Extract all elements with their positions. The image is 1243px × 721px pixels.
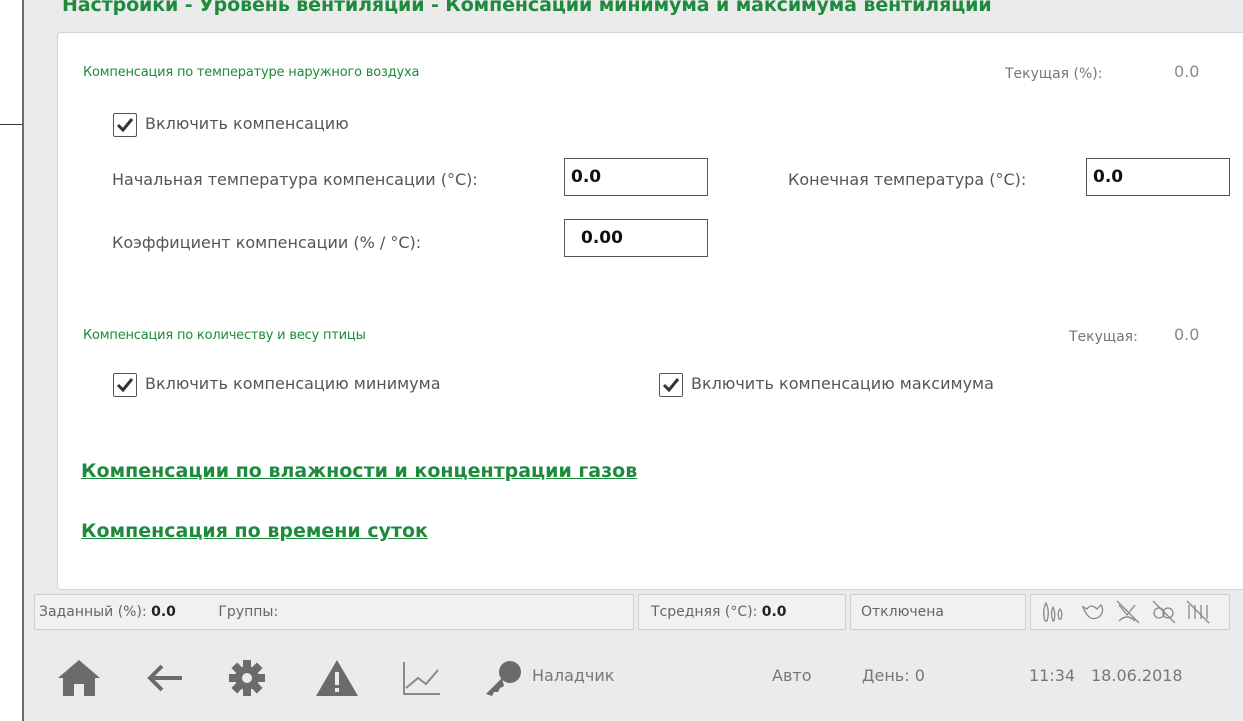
checkmark-icon xyxy=(116,118,134,133)
bird-icon xyxy=(1081,603,1104,620)
settings-panel: Компенсация по температуре наружного воз… xyxy=(57,32,1243,590)
coef-label: Коэффициент компенсации (% / °C): xyxy=(112,233,422,252)
frame-edge-tick xyxy=(0,124,22,125)
tavg-value: 0.0 xyxy=(761,604,787,620)
groups-label: Группы: xyxy=(218,604,279,620)
bird-current-value: 0.0 xyxy=(1174,325,1200,344)
home-icon[interactable] xyxy=(56,658,102,698)
checkmark-icon xyxy=(116,378,134,393)
setpoint-value: 0.0 xyxy=(151,604,176,620)
outdoor-section-title: Компенсация по температуре наружного воз… xyxy=(83,65,420,80)
user-role[interactable]: Наладчик xyxy=(532,666,614,685)
tavg-label: Тсредняя (°C): xyxy=(651,604,758,620)
status-state: Отключена xyxy=(850,594,1026,630)
coef-input[interactable]: 0.00 xyxy=(564,219,708,257)
status-setpoint-groups: Заданный (%): 0.0 Группы: xyxy=(34,594,634,630)
clock-time: 11:34 xyxy=(1029,666,1076,685)
enable-max-compensation-checkbox[interactable] xyxy=(659,373,683,397)
back-arrow-icon[interactable] xyxy=(142,658,188,698)
enable-compensation-label: Включить компенсацию xyxy=(145,114,349,133)
humidity-icon xyxy=(1043,601,1063,622)
light-off-icon xyxy=(1186,600,1210,624)
humidity-gas-compensation-link[interactable]: Компенсации по влажности и концентрации … xyxy=(81,460,637,482)
bird-section-title: Компенсация по количеству и весу птицы xyxy=(83,328,366,343)
enable-min-compensation-label: Включить компенсацию минимума xyxy=(145,374,441,393)
key-icon[interactable] xyxy=(480,658,526,698)
fan-off-icon xyxy=(1116,600,1140,624)
day-counter: День: 0 xyxy=(862,666,925,685)
start-temp-input[interactable]: 0.0 xyxy=(564,158,708,196)
enable-compensation-checkbox[interactable] xyxy=(113,113,137,137)
state-text: Отключена xyxy=(861,604,944,620)
outdoor-current-value: 0.0 xyxy=(1174,62,1200,81)
status-icons-group xyxy=(1043,600,1210,624)
setpoint-label: Заданный (%): xyxy=(39,604,147,620)
enable-min-compensation-checkbox[interactable] xyxy=(113,373,137,397)
outdoor-current-label: Текущая (%): xyxy=(1005,66,1103,82)
time-of-day-compensation-link[interactable]: Компенсация по времени суток xyxy=(81,520,428,542)
mode: Авто xyxy=(772,666,812,685)
clock-date: 18.06.2018 xyxy=(1091,666,1183,685)
status-tavg: Тсредняя (°C): 0.0 xyxy=(638,594,846,630)
bird-current-label: Текущая: xyxy=(1069,329,1138,345)
status-icons xyxy=(1030,594,1230,630)
page-title: Настройки - Уровень вентиляции - Компенс… xyxy=(62,0,992,16)
enable-max-compensation-label: Включить компенсацию максимума xyxy=(691,374,994,393)
gear-icon[interactable] xyxy=(224,658,270,698)
app-window: Настройки - Уровень вентиляции - Компенс… xyxy=(22,0,1243,721)
warning-icon[interactable] xyxy=(314,658,360,698)
end-temp-input[interactable]: 0.0 xyxy=(1086,158,1230,196)
end-temp-label: Конечная температура (°C): xyxy=(788,170,1027,189)
start-temp-label: Начальная температура компенсации (°C): xyxy=(112,170,478,189)
checkmark-icon xyxy=(662,378,680,393)
chart-icon[interactable] xyxy=(398,658,444,698)
gas-off-icon xyxy=(1152,600,1176,624)
